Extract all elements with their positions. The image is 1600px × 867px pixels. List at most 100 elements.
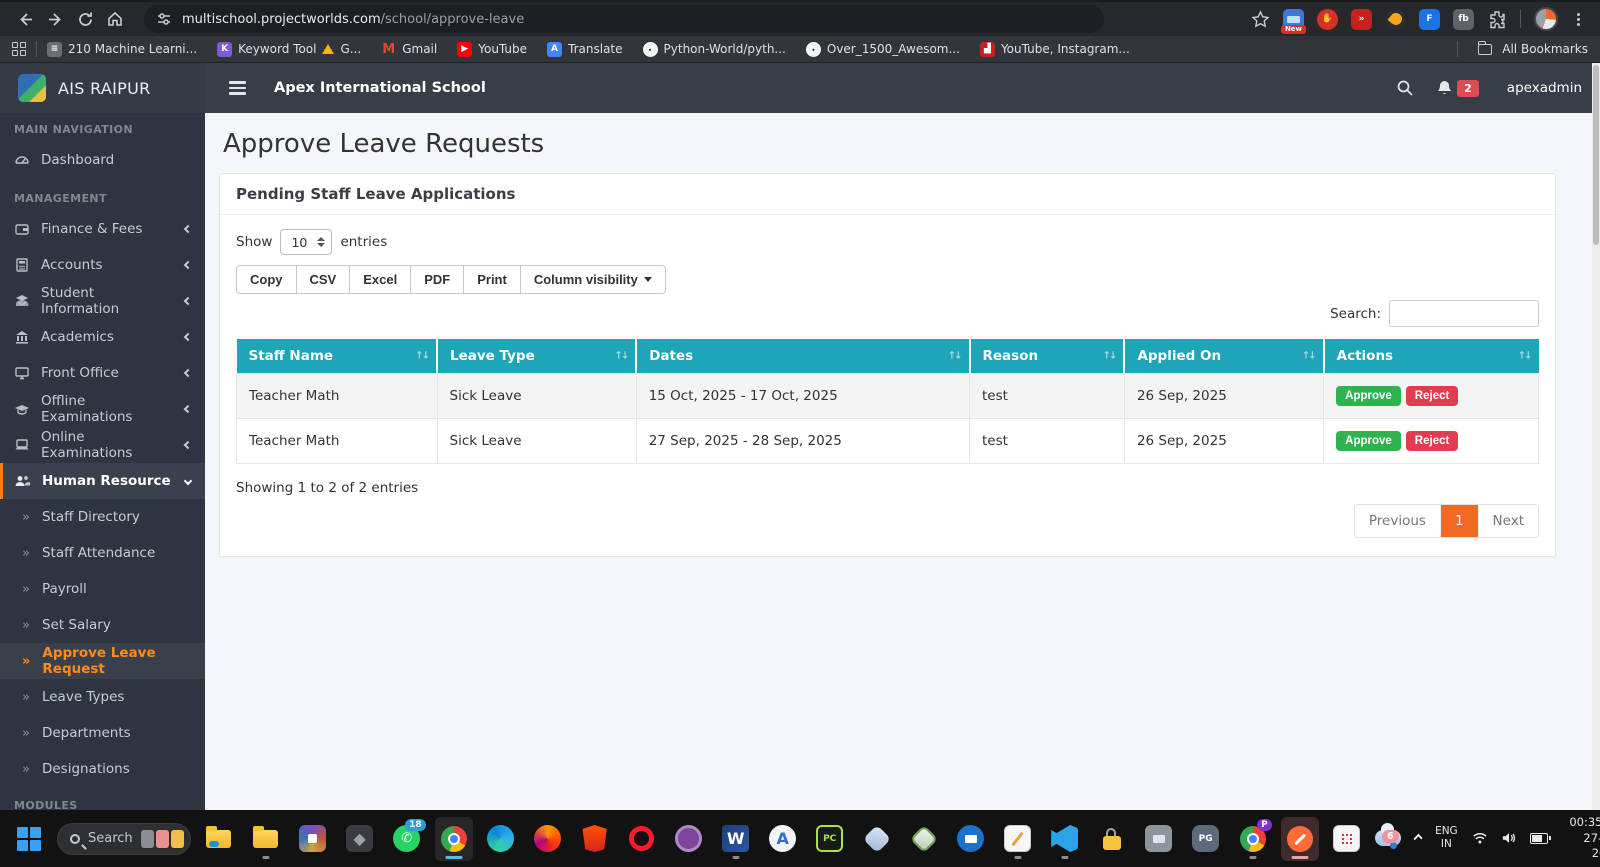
bookmark-item[interactable]: K Keyword Tool G... [217, 41, 361, 57]
volume-icon[interactable] [1502, 831, 1517, 845]
weather-widget[interactable]: 6 [1374, 823, 1401, 850]
extension-fastforward-icon[interactable]: » [1351, 8, 1372, 30]
column-header-leave-type[interactable]: Leave Type ↑↓ [437, 339, 638, 374]
print-button[interactable]: Print [463, 265, 521, 294]
sidebar-subitem-approve-leave-request[interactable]: » Approve Leave Request [0, 643, 205, 679]
extension-new-icon[interactable]: New [1281, 8, 1306, 34]
opera-icon[interactable] [623, 817, 661, 861]
column-header-applied-on[interactable]: Applied On ↑↓ [1124, 339, 1325, 374]
sidebar-item-dashboard[interactable]: Dashboard [0, 142, 205, 178]
previous-page-button[interactable]: Previous [1354, 505, 1440, 537]
firefox-icon[interactable] [529, 817, 567, 861]
bookmark-star-icon[interactable] [1251, 9, 1270, 29]
postman-icon[interactable] [1280, 816, 1319, 861]
profile-avatar[interactable] [1534, 7, 1558, 31]
file-explorer-icon[interactable] [247, 817, 285, 861]
column-header-staff-name[interactable]: Staff Name ↑↓ [236, 339, 438, 374]
extension-swirl-icon[interactable] [1385, 8, 1406, 30]
excel-button[interactable]: Excel [349, 265, 412, 294]
bookmark-item[interactable]: ▶ YouTube [457, 41, 527, 57]
hamburger-menu-icon[interactable] [223, 75, 252, 101]
csv-button[interactable]: CSV [295, 265, 351, 294]
sidebar-subitem-departments[interactable]: » Departments [0, 715, 205, 751]
approve-button[interactable]: Approve [1336, 431, 1401, 451]
column-header-reason[interactable]: Reason ↑↓ [969, 339, 1126, 374]
remote-desktop-icon[interactable] [1140, 817, 1178, 861]
apps-grid-icon[interactable] [12, 42, 26, 56]
photos-app-icon[interactable] [294, 817, 332, 861]
sidebar-item-student-information[interactable]: Student Information [0, 283, 205, 319]
page-number-button[interactable]: 1 [1439, 505, 1478, 537]
wifi-icon[interactable] [1472, 831, 1488, 845]
extensions-puzzle-icon[interactable] [1487, 9, 1507, 29]
sidebar-subitem-staff-attendance[interactable]: » Staff Attendance [0, 535, 205, 571]
tray-overflow-icon[interactable] [1413, 833, 1423, 844]
extension-fb-icon[interactable]: fb [1453, 8, 1474, 30]
word-icon[interactable]: W [717, 817, 755, 861]
pycharm-icon[interactable]: PC [811, 817, 849, 861]
sidebar-item-accounts[interactable]: Accounts [0, 247, 205, 283]
all-bookmarks[interactable]: All Bookmarks [1457, 40, 1588, 57]
copy-button[interactable]: Copy [236, 265, 297, 294]
brand[interactable]: AIS RAIPUR [0, 63, 205, 113]
winscp-icon[interactable] [1093, 817, 1131, 861]
reject-button[interactable]: Reject [1405, 386, 1459, 406]
language-indicator[interactable]: ENG IN [1435, 825, 1458, 851]
sidebar-subitem-payroll[interactable]: » Payroll [0, 571, 205, 607]
search-icon[interactable] [1396, 79, 1414, 97]
sidebar-item-academics[interactable]: Academics [0, 319, 205, 355]
sidebar-subitem-staff-directory[interactable]: » Staff Directory [0, 499, 205, 535]
snipping-tool-icon[interactable] [1328, 817, 1366, 861]
netbeans-icon[interactable] [905, 817, 943, 861]
bookmark-item[interactable]: ꞏ Python-World/pyth... [642, 41, 786, 57]
edge-icon[interactable] [482, 817, 520, 861]
site-settings-icon[interactable] [156, 11, 172, 27]
address-bar[interactable]: multischool.projectworlds.com/school/app… [144, 5, 1104, 33]
postgresql-icon[interactable]: PG [1187, 817, 1225, 861]
dark-3d-app-icon[interactable]: ◆ [341, 817, 379, 861]
column-header-dates[interactable]: Dates ↑↓ [636, 339, 971, 374]
tor-browser-icon[interactable] [670, 817, 708, 861]
forward-icon[interactable] [40, 5, 70, 33]
browser-menu-icon[interactable] [1571, 9, 1586, 30]
sidebar-item-human-resource[interactable]: Human Resource [0, 463, 205, 499]
bookmark-item[interactable]: M Gmail [381, 42, 437, 57]
user-menu[interactable]: apexadmin [1507, 80, 1582, 96]
search-input[interactable] [1389, 300, 1539, 327]
sidebar-item-finance-fees[interactable]: Finance & Fees [0, 211, 205, 247]
taskbar-search[interactable]: Search [57, 822, 191, 855]
back-icon[interactable] [10, 5, 40, 33]
sidebar-item-offline-examinations[interactable]: Offline Examinations [0, 391, 205, 427]
approve-button[interactable]: Approve [1336, 386, 1401, 406]
next-page-button[interactable]: Next [1477, 505, 1538, 537]
column-visibility-button[interactable]: Column visibility [519, 265, 666, 294]
sidebar-subitem-designations[interactable]: » Designations [0, 751, 205, 787]
pdf-button[interactable]: PDF [410, 265, 465, 294]
page-scrollbar[interactable] [1592, 63, 1600, 810]
bookmark-item[interactable]: A Translate [547, 41, 623, 57]
chrome-icon[interactable] [434, 816, 473, 861]
brave-icon[interactable] [576, 817, 614, 861]
extension-adblock-icon[interactable]: ✋ [1317, 8, 1338, 30]
page-length-select[interactable]: 10 [280, 229, 333, 255]
onedrive-folder-icon[interactable] [200, 817, 238, 861]
home-icon[interactable] [100, 5, 130, 33]
cube-app-icon[interactable] [858, 817, 896, 861]
whatsapp-icon[interactable]: ✆ 18 [388, 817, 426, 861]
start-button[interactable] [10, 817, 48, 861]
clock[interactable]: 00:35:34 27-09-2025 [1562, 815, 1600, 862]
vscode-icon[interactable] [1046, 817, 1084, 861]
battery-icon[interactable] [1530, 832, 1552, 844]
reject-button[interactable]: Reject [1405, 431, 1459, 451]
chrome-profile-icon[interactable]: P [1234, 817, 1272, 861]
notepad-icon[interactable] [999, 817, 1037, 861]
sidebar-subitem-set-salary[interactable]: » Set Salary [0, 607, 205, 643]
bookmark-item[interactable]: ꞏ Over_1500_Awesom... [805, 41, 960, 57]
teamviewer-icon[interactable] [952, 817, 990, 861]
bookmark-item[interactable]: ▟ YouTube, Instagram... [979, 41, 1130, 57]
bookmark-item[interactable]: ≡ 210 Machine Learni... [47, 41, 197, 57]
notifications-button[interactable]: 2 [1436, 79, 1479, 97]
extension-f-icon[interactable]: F [1419, 8, 1440, 30]
reload-icon[interactable] [70, 5, 100, 33]
sidebar-item-online-examinations[interactable]: Online Examinations [0, 427, 205, 463]
